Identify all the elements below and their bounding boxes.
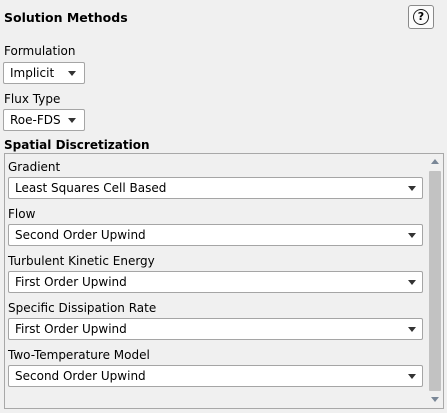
flow-value: Second Order Upwind	[15, 228, 146, 242]
two-temperature-model-dropdown[interactable]: Second Order Upwind	[8, 365, 423, 387]
chevron-down-icon	[68, 118, 76, 123]
two-temperature-model-value: Second Order Upwind	[15, 369, 146, 383]
specific-dissipation-rate-dropdown[interactable]: First Order Upwind	[8, 318, 423, 340]
chevron-down-icon	[408, 233, 416, 238]
help-circle-icon: ?	[413, 9, 429, 25]
formulation-dropdown[interactable]: Implicit	[3, 62, 85, 84]
formulation-label: Formulation	[4, 44, 76, 58]
turbulent-kinetic-energy-label: Turbulent Kinetic Energy	[8, 254, 155, 268]
flux-type-dropdown[interactable]: Roe-FDS	[3, 109, 85, 131]
specific-dissipation-rate-value: First Order Upwind	[15, 322, 127, 336]
spatial-discretization-panel: Gradient Least Squares Cell Based Flow S…	[4, 153, 444, 409]
spatial-discretization-title: Spatial Discretization	[4, 138, 150, 152]
gradient-value: Least Squares Cell Based	[15, 181, 167, 195]
gradient-dropdown[interactable]: Least Squares Cell Based	[8, 177, 423, 199]
chevron-down-icon	[408, 186, 416, 191]
panel-title: Solution Methods	[4, 10, 128, 25]
specific-dissipation-rate-label: Specific Dissipation Rate	[8, 301, 157, 315]
chevron-down-icon	[68, 71, 76, 76]
two-temperature-model-label: Two-Temperature Model	[8, 348, 150, 362]
scroll-up-icon	[431, 159, 439, 164]
gradient-label: Gradient	[8, 160, 61, 174]
chevron-down-icon	[408, 280, 416, 285]
chevron-down-icon	[408, 374, 416, 379]
flux-type-label: Flux Type	[4, 92, 61, 106]
help-button[interactable]: ?	[408, 5, 434, 29]
flow-label: Flow	[8, 207, 36, 221]
chevron-down-icon	[408, 327, 416, 332]
vertical-scrollbar[interactable]	[427, 154, 443, 408]
flux-type-value: Roe-FDS	[10, 113, 61, 127]
scroll-down-icon	[431, 397, 439, 402]
flow-dropdown[interactable]: Second Order Upwind	[8, 224, 423, 246]
scroll-up-button[interactable]	[427, 154, 443, 170]
scroll-down-button[interactable]	[427, 392, 443, 408]
turbulent-kinetic-energy-dropdown[interactable]: First Order Upwind	[8, 271, 423, 293]
scrollbar-thumb[interactable]	[429, 171, 441, 391]
turbulent-kinetic-energy-value: First Order Upwind	[15, 275, 127, 289]
formulation-value: Implicit	[10, 66, 55, 80]
